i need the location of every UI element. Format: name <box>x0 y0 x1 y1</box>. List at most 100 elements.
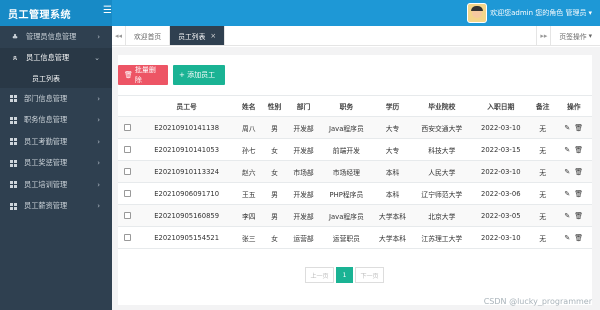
edit-icon[interactable]: ✎ <box>564 190 570 198</box>
chevron-right-icon: › <box>97 137 100 146</box>
cell-name: 李四 <box>235 204 262 227</box>
sidebar-item-department[interactable]: 部门信息管理 › <box>0 88 112 110</box>
top-bar: 员工管理系统 ☰ 欢迎您admin 您的角色 管理员 ▾ <box>0 0 600 26</box>
sidebar-item-training[interactable]: 员工培训管理 › <box>0 174 112 196</box>
header-job: 职务 <box>319 95 374 117</box>
next-page-button[interactable]: 下一页 <box>355 267 384 283</box>
cell-date: 2022-03-05 <box>471 204 530 227</box>
cell-dept: 开发部 <box>287 204 320 227</box>
grid-icon <box>10 181 17 189</box>
sidebar-item-position[interactable]: 职务信息管理 › <box>0 110 112 132</box>
row-checkbox-cell <box>118 182 138 205</box>
watermark: CSDN @lucky_programmer <box>483 297 592 306</box>
tab-scroll-left-icon[interactable]: ◂◂ <box>112 26 126 45</box>
page-1-button[interactable]: 1 <box>336 267 353 283</box>
sidebar-item-admin[interactable]: ♣ 管理员信息管理 › <box>0 26 112 48</box>
grid-icon <box>10 138 17 146</box>
user-greeting[interactable]: 欢迎您admin 您的角色 管理员 <box>490 8 586 18</box>
hamburger-icon[interactable]: ☰ <box>103 5 112 16</box>
sidebar-subitem-employee-list[interactable]: 员工列表 <box>0 69 112 88</box>
cell-note: 无 <box>529 226 556 249</box>
header-id: 员工号 <box>137 95 236 117</box>
tab-welcome[interactable]: 欢迎首页 <box>126 26 171 45</box>
table-row: E20210905160859 李四男开发部 Java程序员 大学本科 北京大学 2022… <box>118 204 592 227</box>
cell-job: 市场经理 <box>319 160 374 183</box>
user-menu[interactable]: 欢迎您admin 您的角色 管理员 ▾ <box>467 3 592 23</box>
edit-icon[interactable]: ✎ <box>564 234 570 242</box>
delete-icon[interactable]: 🗑 <box>574 124 583 132</box>
sidebar-item-attendance[interactable]: 员工考勤管理 › <box>0 131 112 153</box>
cell-job: Java程序员 <box>319 204 374 227</box>
cell-id: E20210905160859 <box>137 204 236 227</box>
tab-scroll-right-icon[interactable]: ▸▸ <box>536 26 550 45</box>
table-row: E20210905154521 张三女运营部 运营职员 大学本科 江苏理工大学 2022-… <box>118 226 592 249</box>
button-label: 批量删除 <box>134 66 156 84</box>
cell-dept: 开发部 <box>287 182 320 205</box>
header-edu: 学历 <box>373 95 412 117</box>
cell-id: E20210910141053 <box>137 138 236 161</box>
cell-edu: 本科 <box>373 182 412 205</box>
cell-school: 江苏理工大学 <box>411 226 472 249</box>
tab-bar: ◂◂ 欢迎首页 员工列表 × ▸▸ 页签操作 ▾ <box>112 26 600 46</box>
cell-edu: 大学本科 <box>373 204 412 227</box>
tab-employee-list[interactable]: 员工列表 × <box>170 26 226 45</box>
row-checkbox-cell <box>118 226 138 249</box>
delete-icon[interactable]: 🗑 <box>574 190 583 198</box>
row-checkbox[interactable] <box>124 124 132 131</box>
chevron-right-icon: › <box>97 32 100 41</box>
edit-icon[interactable]: ✎ <box>564 168 570 176</box>
cell-job: 运营职员 <box>319 226 374 249</box>
cell-name: 赵六 <box>235 160 262 183</box>
edit-icon[interactable]: ✎ <box>564 212 570 220</box>
prev-page-button[interactable]: 上一页 <box>305 267 334 283</box>
row-checkbox[interactable] <box>124 168 132 175</box>
add-employee-button[interactable]: + 添加员工 <box>173 65 225 85</box>
cell-dept: 市场部 <box>287 160 320 183</box>
cell-date: 2022-03-06 <box>471 182 530 205</box>
delete-icon[interactable]: 🗑 <box>574 146 583 154</box>
cell-job: Java程序员 <box>319 116 374 139</box>
cell-name: 张三 <box>235 226 262 249</box>
batch-delete-button[interactable]: 🗑 批量删除 <box>118 65 168 85</box>
cell-date: 2022-03-15 <box>471 138 530 161</box>
table-row: E20210910141053 孙七女开发部 前端开发 大专 科技大学 2022-03-1… <box>118 138 592 161</box>
tab-operations-dropdown[interactable]: 页签操作 ▾ <box>550 26 600 45</box>
row-checkbox[interactable] <box>124 190 132 197</box>
close-icon[interactable]: × <box>210 32 216 40</box>
cell-date: 2022-03-10 <box>471 160 530 183</box>
row-checkbox[interactable] <box>124 212 132 219</box>
sidebar-item-employee[interactable]: ጸ 员工信息管理 ⌄ <box>0 47 112 69</box>
employee-panel: 🗑 批量删除 + 添加员工 员工号 姓名 性别 部门 职务 学历 毕业院校 入职… <box>118 55 592 305</box>
cell-edu: 大专 <box>373 138 412 161</box>
sidebar-item-label: 员工信息管理 <box>26 53 70 63</box>
sidebar-item-label: 管理员信息管理 <box>26 31 77 41</box>
sidebar-item-salary[interactable]: 员工薪资管理 › <box>0 196 112 218</box>
sidebar-item-label: 员工薪资管理 <box>24 201 68 211</box>
trash-icon: 🗑 <box>124 71 133 79</box>
cell-name: 周八 <box>235 116 262 139</box>
cell-actions: ✎ 🗑 <box>555 116 592 139</box>
edit-icon[interactable]: ✎ <box>564 124 570 132</box>
sidebar: ♣ 管理员信息管理 › ጸ 员工信息管理 ⌄ 员工列表 部门信息管理 › 职务信… <box>0 26 112 310</box>
header-school: 毕业院校 <box>411 95 472 117</box>
cell-gender: 男 <box>261 182 288 205</box>
row-checkbox[interactable] <box>124 234 132 241</box>
grid-icon <box>10 116 17 124</box>
delete-icon[interactable]: 🗑 <box>574 168 583 176</box>
cell-name: 王五 <box>235 182 262 205</box>
cell-name: 孙七 <box>235 138 262 161</box>
cell-school: 辽宁师范大学 <box>411 182 472 205</box>
delete-icon[interactable]: 🗑 <box>574 212 583 220</box>
sidebar-item-label: 员工培训管理 <box>24 179 68 189</box>
grid-icon <box>10 159 17 167</box>
cell-edu: 大学本科 <box>373 226 412 249</box>
delete-icon[interactable]: 🗑 <box>574 234 583 242</box>
cell-dept: 开发部 <box>287 116 320 139</box>
chevron-right-icon: › <box>97 180 100 189</box>
chevron-right-icon: › <box>97 116 100 125</box>
edit-icon[interactable]: ✎ <box>564 146 570 154</box>
caret-down-icon[interactable]: ▾ <box>588 9 592 17</box>
sidebar-item-rewards[interactable]: 员工奖惩管理 › <box>0 153 112 175</box>
chevron-down-icon: ⌄ <box>94 54 100 63</box>
row-checkbox[interactable] <box>124 146 132 153</box>
